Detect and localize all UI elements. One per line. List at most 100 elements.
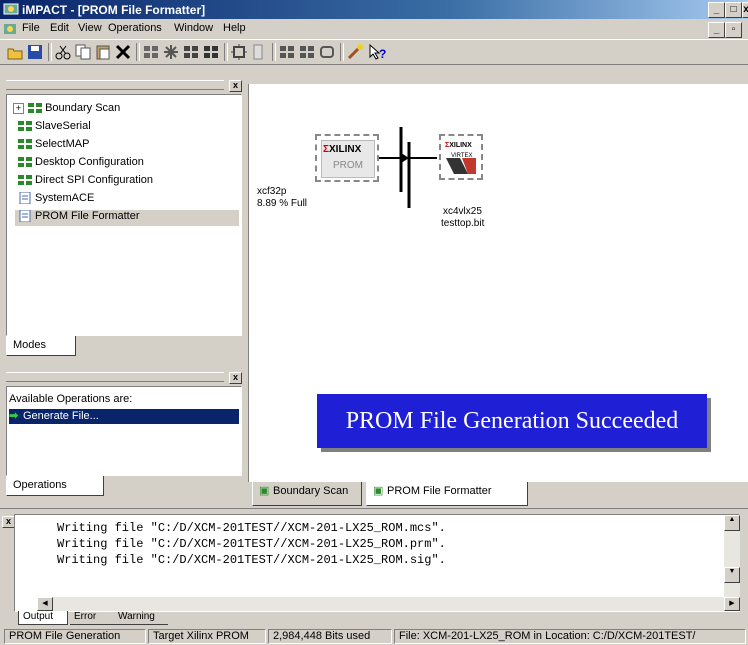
modes-panel: x + Boundary Scan SlaveSerial SelectMAP … [4, 78, 244, 368]
close-button[interactable]: x [742, 2, 748, 18]
document-icon [17, 191, 33, 205]
prom-type-label: PROM [333, 160, 363, 171]
virtex-logo-icon [446, 158, 476, 174]
wizard-icon[interactable] [346, 43, 364, 61]
tree-item-selectmap[interactable]: SelectMAP [17, 138, 89, 154]
chain-mode-icon [27, 102, 43, 114]
app-icon [3, 2, 19, 16]
menu-bar: File Edit View Operations Window Help _ … [0, 19, 748, 39]
chain-mode-icon [17, 138, 33, 150]
status-bar: PROM File Generation Target Xilinx PROM … [0, 627, 748, 645]
doc-icon [2, 21, 18, 37]
status-target: Target Xilinx PROM [148, 629, 266, 644]
toolbar: ? [0, 39, 748, 65]
tree-item-label: SelectMAP [35, 138, 90, 150]
console-output: Writing file "C:/D/XCM-201TEST//XCM-201-… [14, 514, 740, 612]
verify-icon[interactable] [250, 43, 268, 61]
expand-icon[interactable]: + [13, 102, 24, 114]
child-restore-button[interactable]: ▫ [725, 22, 742, 38]
chain-mode-icon [17, 120, 33, 132]
operations-header: Available Operations are: [9, 393, 133, 405]
window-title: iMPACT - [PROM File Formatter] [22, 3, 206, 17]
save-icon[interactable] [26, 43, 44, 61]
tree-item-prom-file-formatter[interactable]: PROM File Formatter [15, 209, 239, 226]
operations-list: Available Operations are: ➡ Generate File… [6, 386, 242, 476]
child-minimize-button[interactable]: _ [708, 22, 725, 38]
menu-help[interactable]: Help [223, 22, 246, 34]
chain-canvas[interactable]: ΣXILINX PROM xcf32p 8.89 % Full ΣXILINX … [248, 84, 748, 482]
status-file: File: XCM-201-LX25_ROM in Location: C:/D… [394, 629, 746, 644]
modes-tree: + Boundary Scan SlaveSerial SelectMAP De… [6, 94, 242, 336]
chain-mode-icon [17, 156, 33, 168]
tab-operations[interactable]: Operations [6, 476, 104, 496]
tab-prom-file-formatter[interactable]: ▣ PROM File Formatter [366, 482, 528, 506]
fpga-file-label: testtop.bit [441, 218, 485, 229]
tree-item-direct-spi[interactable]: Direct SPI Configuration [17, 174, 153, 190]
tree-item-boundary-scan[interactable]: + Boundary Scan [13, 102, 120, 118]
tab-label: PROM File Formatter [387, 485, 492, 497]
copy-icon[interactable] [74, 43, 92, 61]
scroll-down-icon[interactable]: ▼ [724, 567, 740, 583]
impact-icon: ▣ [259, 485, 270, 497]
svg-text:?: ? [379, 47, 386, 61]
tab-boundary-scan[interactable]: ▣ Boundary Scan [252, 482, 362, 506]
prom-device-name: xcf32p [257, 186, 287, 197]
xilinx-logo: ΣXILINX [445, 142, 472, 149]
tree-item-desktop-configuration[interactable]: Desktop Configuration [17, 156, 144, 172]
tree-item-systemace[interactable]: SystemACE [17, 191, 95, 208]
prom-device[interactable]: ΣXILINX PROM [315, 134, 379, 182]
fpga-device[interactable]: ΣXILINX VIRTEX [439, 134, 483, 180]
tree-item-slave-serial[interactable]: SlaveSerial [17, 120, 91, 136]
context-help-icon[interactable]: ? [368, 43, 386, 61]
maximize-button[interactable]: □ [725, 2, 742, 18]
menu-edit[interactable]: Edit [50, 22, 69, 34]
tab-output[interactable]: Output [18, 611, 68, 625]
tree-item-label: Boundary Scan [45, 102, 121, 114]
init-chain-icon[interactable] [162, 43, 180, 61]
erase-icon[interactable] [298, 43, 316, 61]
console-hscroll[interactable]: ◀ ▶ [37, 597, 740, 611]
chain-connector [379, 127, 437, 208]
grid-icon[interactable] [202, 43, 220, 61]
scroll-right-icon[interactable]: ▶ [724, 597, 740, 611]
modes-panel-close-icon[interactable]: x [229, 80, 242, 92]
arrow-right-icon: ➡ [9, 410, 19, 422]
tab-warning[interactable]: Warning [114, 611, 168, 625]
menu-window[interactable]: Window [174, 22, 213, 34]
scroll-up-icon[interactable]: ▲ [724, 515, 740, 531]
tab-error[interactable]: Error [70, 611, 114, 625]
fpga-device-name: xc4vlx25 [443, 206, 482, 217]
operations-panel: x Available Operations are: ➡ Generate Fi… [4, 370, 244, 500]
minimize-button[interactable]: _ [708, 2, 725, 18]
impact-icon: ▣ [373, 485, 384, 497]
operation-generate-file[interactable]: ➡ Generate File... [9, 409, 239, 424]
tree-item-label: PROM File Formatter [35, 210, 140, 222]
console-line: Writing file "C:/D/XCM-201TEST//XCM-201-… [57, 521, 446, 535]
chain-icon[interactable] [142, 43, 160, 61]
blank-check-icon[interactable] [318, 43, 336, 61]
title-bar: iMPACT - [PROM File Formatter] _ □ x [0, 0, 748, 19]
delete-icon[interactable] [114, 43, 132, 61]
program-icon[interactable] [230, 43, 248, 61]
scroll-left-icon[interactable]: ◀ [37, 597, 53, 611]
console-vscroll[interactable]: ▲ ▼ [724, 515, 740, 597]
view-tab-strip: ▣ Boundary Scan ▣ PROM File Formatter [248, 482, 748, 506]
xilinx-logo: ΣXILINX [323, 144, 362, 155]
cut-icon[interactable] [54, 43, 72, 61]
paste-icon[interactable] [94, 43, 112, 61]
tab-modes[interactable]: Modes [6, 336, 76, 356]
menu-operations[interactable]: Operations [108, 22, 162, 34]
status-mode: PROM File Generation [4, 629, 146, 644]
readback-icon[interactable] [278, 43, 296, 61]
document-icon [17, 209, 33, 223]
menu-file[interactable]: File [22, 22, 40, 34]
tree-item-label: Desktop Configuration [35, 156, 144, 168]
console-line: Writing file "C:/D/XCM-201TEST//XCM-201-… [57, 537, 446, 551]
prom-fill-label: 8.89 % Full [257, 198, 308, 209]
open-icon[interactable] [6, 43, 24, 61]
tree-item-label: SystemACE [35, 192, 95, 204]
menu-view[interactable]: View [78, 22, 102, 34]
operations-panel-close-icon[interactable]: x [229, 372, 242, 384]
chain-mode-icon [17, 174, 33, 186]
device-icon[interactable] [182, 43, 200, 61]
